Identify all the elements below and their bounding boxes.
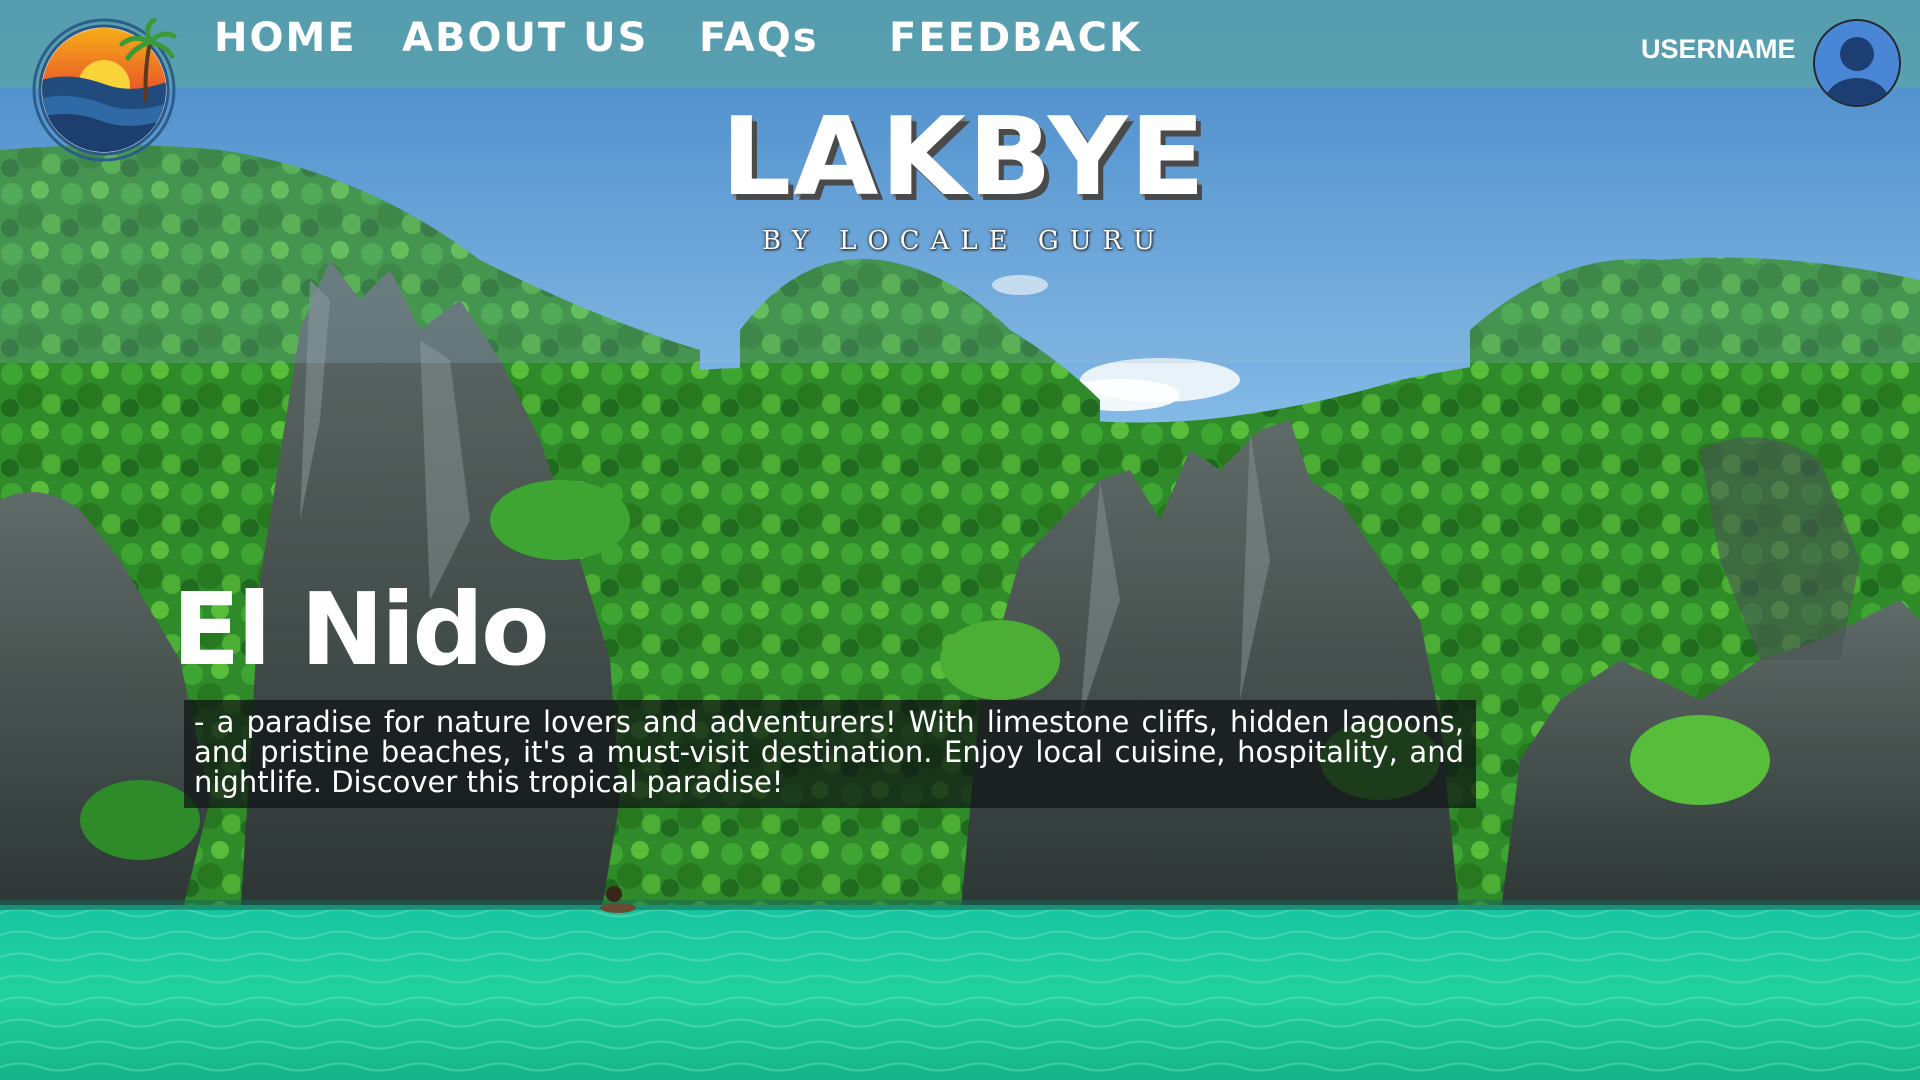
nav-item-home[interactable]: HOME <box>214 18 357 58</box>
sunset-island-logo-icon[interactable] <box>26 12 180 164</box>
destination-title: El Nido <box>172 571 550 688</box>
brand-title: LAKBYE <box>720 95 1207 220</box>
nav-item-faqs[interactable]: FAQs <box>699 18 819 58</box>
username-label[interactable]: USERNAME <box>1641 36 1796 63</box>
nav-item-feedback[interactable]: FEEDBACK <box>889 18 1142 58</box>
user-avatar-icon[interactable] <box>1812 18 1902 108</box>
destination-description: - a paradise for nature lovers and adven… <box>194 705 1464 799</box>
brand-subtitle: BY LOCALE GURU <box>761 226 1166 256</box>
hero-page: HOME ABOUT US FAQs FEEDBACK USERNAME LAK… <box>0 0 1920 1080</box>
nav-item-about-us[interactable]: ABOUT US <box>402 18 648 58</box>
